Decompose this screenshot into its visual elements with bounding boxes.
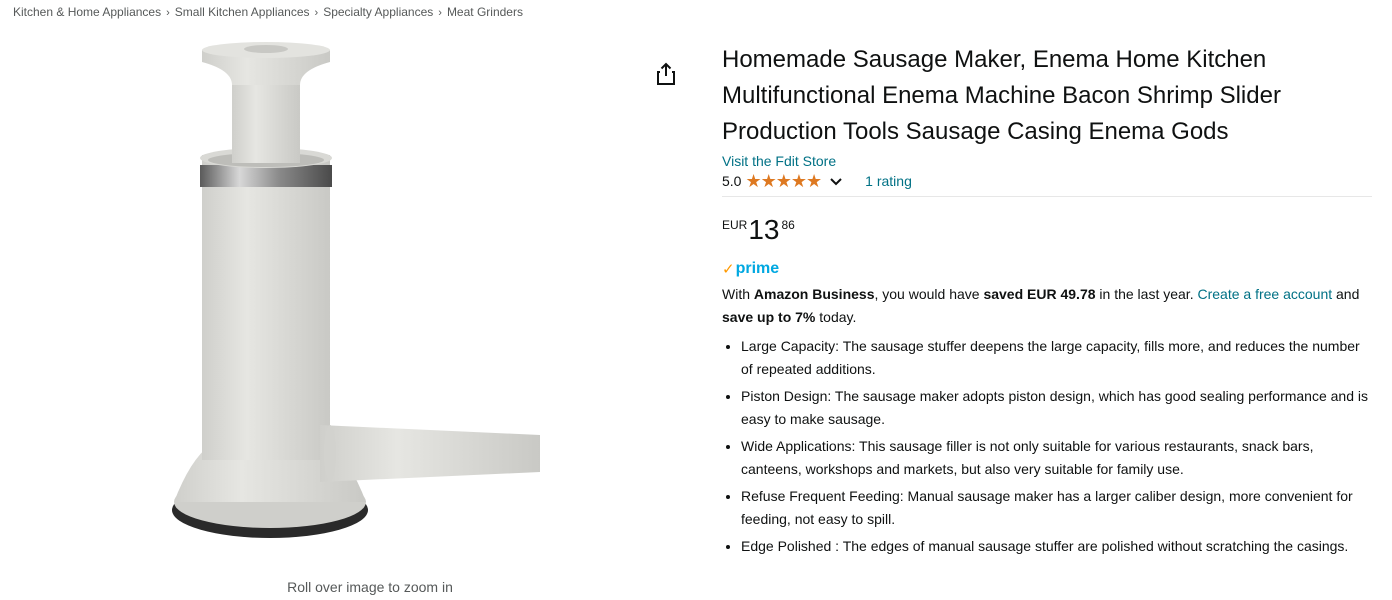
sausage-stuffer-image xyxy=(172,42,540,538)
feature-bullet: Wide Applications: This sausage filler i… xyxy=(741,435,1369,481)
business-text: and xyxy=(1332,286,1360,302)
business-savings: With Amazon Business, you would have sav… xyxy=(722,283,1362,329)
feature-bullet: Piston Design: The sausage maker adopts … xyxy=(741,385,1369,431)
business-text: in the last year. xyxy=(1095,286,1198,302)
feature-bullet: Edge Polished : The edges of manual saus… xyxy=(741,535,1369,558)
star-rating-icon[interactable]: ★★★★★ xyxy=(745,171,822,191)
business-text: With xyxy=(722,286,754,302)
breadcrumb: Kitchen & Home Appliances › Small Kitchen … xyxy=(13,5,523,19)
breadcrumb-link-specialty[interactable]: Specialty Appliances xyxy=(323,5,433,19)
breadcrumb-link-kitchen-home[interactable]: Kitchen & Home Appliances xyxy=(13,5,161,19)
price: EUR 13 86 xyxy=(722,215,1372,249)
product-main-image[interactable] xyxy=(150,40,550,550)
breadcrumb-separator: › xyxy=(438,7,442,19)
chevron-down-icon[interactable] xyxy=(829,174,843,188)
prime-label: prime xyxy=(735,260,780,277)
feature-bullet: Refuse Frequent Feeding: Manual sausage … xyxy=(741,485,1369,531)
breadcrumb-link-meat-grinders[interactable]: Meat Grinders xyxy=(447,5,523,19)
price-currency: EUR xyxy=(722,218,748,232)
prime-badge: ✓ prime xyxy=(722,260,1372,278)
divider xyxy=(722,196,1372,197)
prime-check-icon: ✓ xyxy=(722,261,735,278)
rating-value: 5.0 xyxy=(722,173,742,189)
business-text: today. xyxy=(815,309,857,325)
zoom-hint: Roll over image to zoom in xyxy=(287,579,453,595)
rating-count-link[interactable]: 1 rating xyxy=(865,171,912,191)
create-account-link[interactable]: Create a free account xyxy=(1197,286,1332,302)
save-up-percent: save up to 7% xyxy=(722,309,816,325)
share-icon[interactable] xyxy=(655,62,677,86)
business-text: , you would have xyxy=(874,286,984,302)
product-title: Homemade Sausage Maker, Enema Home Kitch… xyxy=(722,46,1281,145)
breadcrumb-link-small-kitchen[interactable]: Small Kitchen Appliances xyxy=(175,5,310,19)
saved-amount: saved EUR 49.78 xyxy=(983,286,1096,302)
breadcrumb-separator: › xyxy=(166,7,170,19)
rating-row: 5.0 ★★★★★ 1 rating xyxy=(722,170,1372,192)
store-link[interactable]: Visit the Fdit Store xyxy=(722,152,1372,170)
amazon-business-label: Amazon Business xyxy=(753,286,875,302)
product-details: Homemade Sausage Maker, Enema Home Kitch… xyxy=(722,42,1372,562)
breadcrumb-separator: › xyxy=(314,7,319,19)
feature-bullet: Large Capacity: The sausage stuffer deep… xyxy=(741,335,1369,381)
price-fraction: 86 xyxy=(781,218,795,232)
price-whole: 13 xyxy=(748,214,780,245)
feature-bullets: Large Capacity: The sausage stuffer deep… xyxy=(722,335,1369,558)
